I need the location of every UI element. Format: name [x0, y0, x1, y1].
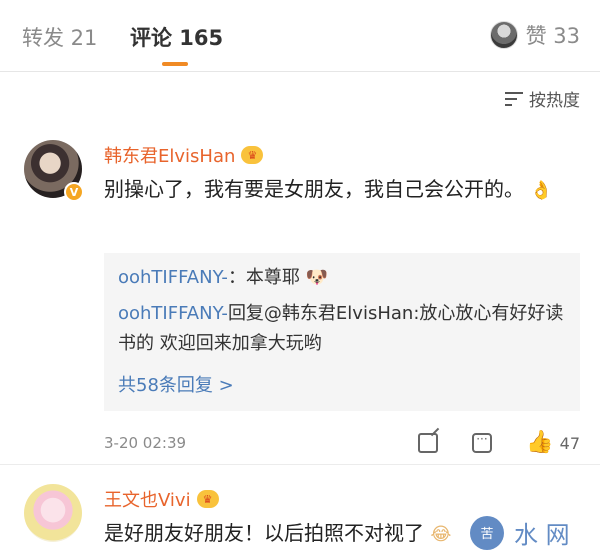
reply-username[interactable]: oohTIFFANY- — [118, 267, 228, 288]
repost-icon — [418, 433, 439, 453]
sort-button[interactable]: 按热度 — [505, 86, 580, 111]
comment-item: V 韩东君ElvisHan ♛ 别操心了，我有要是女朋友，我自己会公开的。 👌 … — [0, 130, 600, 465]
comment-icon — [472, 432, 493, 453]
vip-crown-icon: ♛ — [241, 146, 264, 164]
comment-button[interactable] — [472, 432, 493, 453]
reply-username[interactable]: oohTIFFANY- — [118, 303, 228, 324]
avatar[interactable] — [24, 484, 82, 542]
watermark-text: 水 网 — [514, 521, 570, 549]
tab-comments[interactable]: 评论 165 — [130, 22, 223, 52]
watermark-logo: 苦 — [470, 515, 504, 550]
comment-username[interactable]: 韩东君ElvisHan ♛ — [104, 142, 264, 168]
like-button[interactable]: 👍 47 — [526, 432, 580, 454]
comment-text: 别操心了，我有要是女朋友，我自己会公开的。 👌 — [104, 172, 580, 208]
repost-button[interactable] — [418, 433, 439, 453]
username-text: 韩东君ElvisHan — [104, 146, 236, 167]
timestamp: 3-20 02:39 — [104, 434, 187, 452]
tab-bar: 转发 21 评论 165 赞 33 — [0, 0, 600, 72]
liker-avatar — [489, 21, 518, 49]
comment-body: 别操心了，我有要是女朋友，我自己会公开的。 — [104, 177, 524, 201]
reply-item: oohTIFFANY-回复@韩东君ElvisHan:放心放心有好好读书的 欢迎回… — [118, 299, 568, 359]
verified-v-icon: V — [64, 182, 84, 202]
replies-box[interactable]: oohTIFFANY-：本尊耶 🐶 oohTIFFANY-回复@韩东君Elvis… — [104, 253, 580, 411]
thumbs-up-icon: 👍 — [526, 430, 554, 455]
site-watermark: 苦 水 网 — [470, 515, 570, 550]
comment-meta: 3-20 02:39 👍 47 — [104, 430, 580, 456]
reply-text: ：本尊耶 — [227, 267, 300, 288]
comment-username[interactable]: 王文也Vivi ♛ — [104, 486, 219, 512]
vip-crown-icon: ♛ — [196, 490, 219, 508]
laughing-emoji-icon: 😂 — [430, 524, 452, 545]
reply-item: oohTIFFANY-：本尊耶 🐶 — [118, 263, 568, 293]
like-count: 47 — [559, 433, 580, 453]
tab-likes[interactable]: 赞 33 — [489, 20, 580, 50]
comment-body: 是好朋友好朋友！以后拍照不对视了 — [104, 521, 424, 545]
tab-likes-label: 赞 33 — [525, 24, 580, 48]
ok-hand-emoji-icon: 👌 — [530, 180, 553, 201]
doge-emoji-icon: 🐶 — [305, 267, 329, 288]
active-tab-indicator — [162, 62, 188, 66]
sort-lines-icon — [505, 91, 523, 106]
tab-repost[interactable]: 转发 21 — [22, 22, 97, 52]
sort-label: 按热度 — [529, 91, 580, 111]
view-all-replies-link[interactable]: 共58条回复 > — [118, 371, 234, 397]
username-text: 王文也Vivi — [104, 490, 191, 511]
